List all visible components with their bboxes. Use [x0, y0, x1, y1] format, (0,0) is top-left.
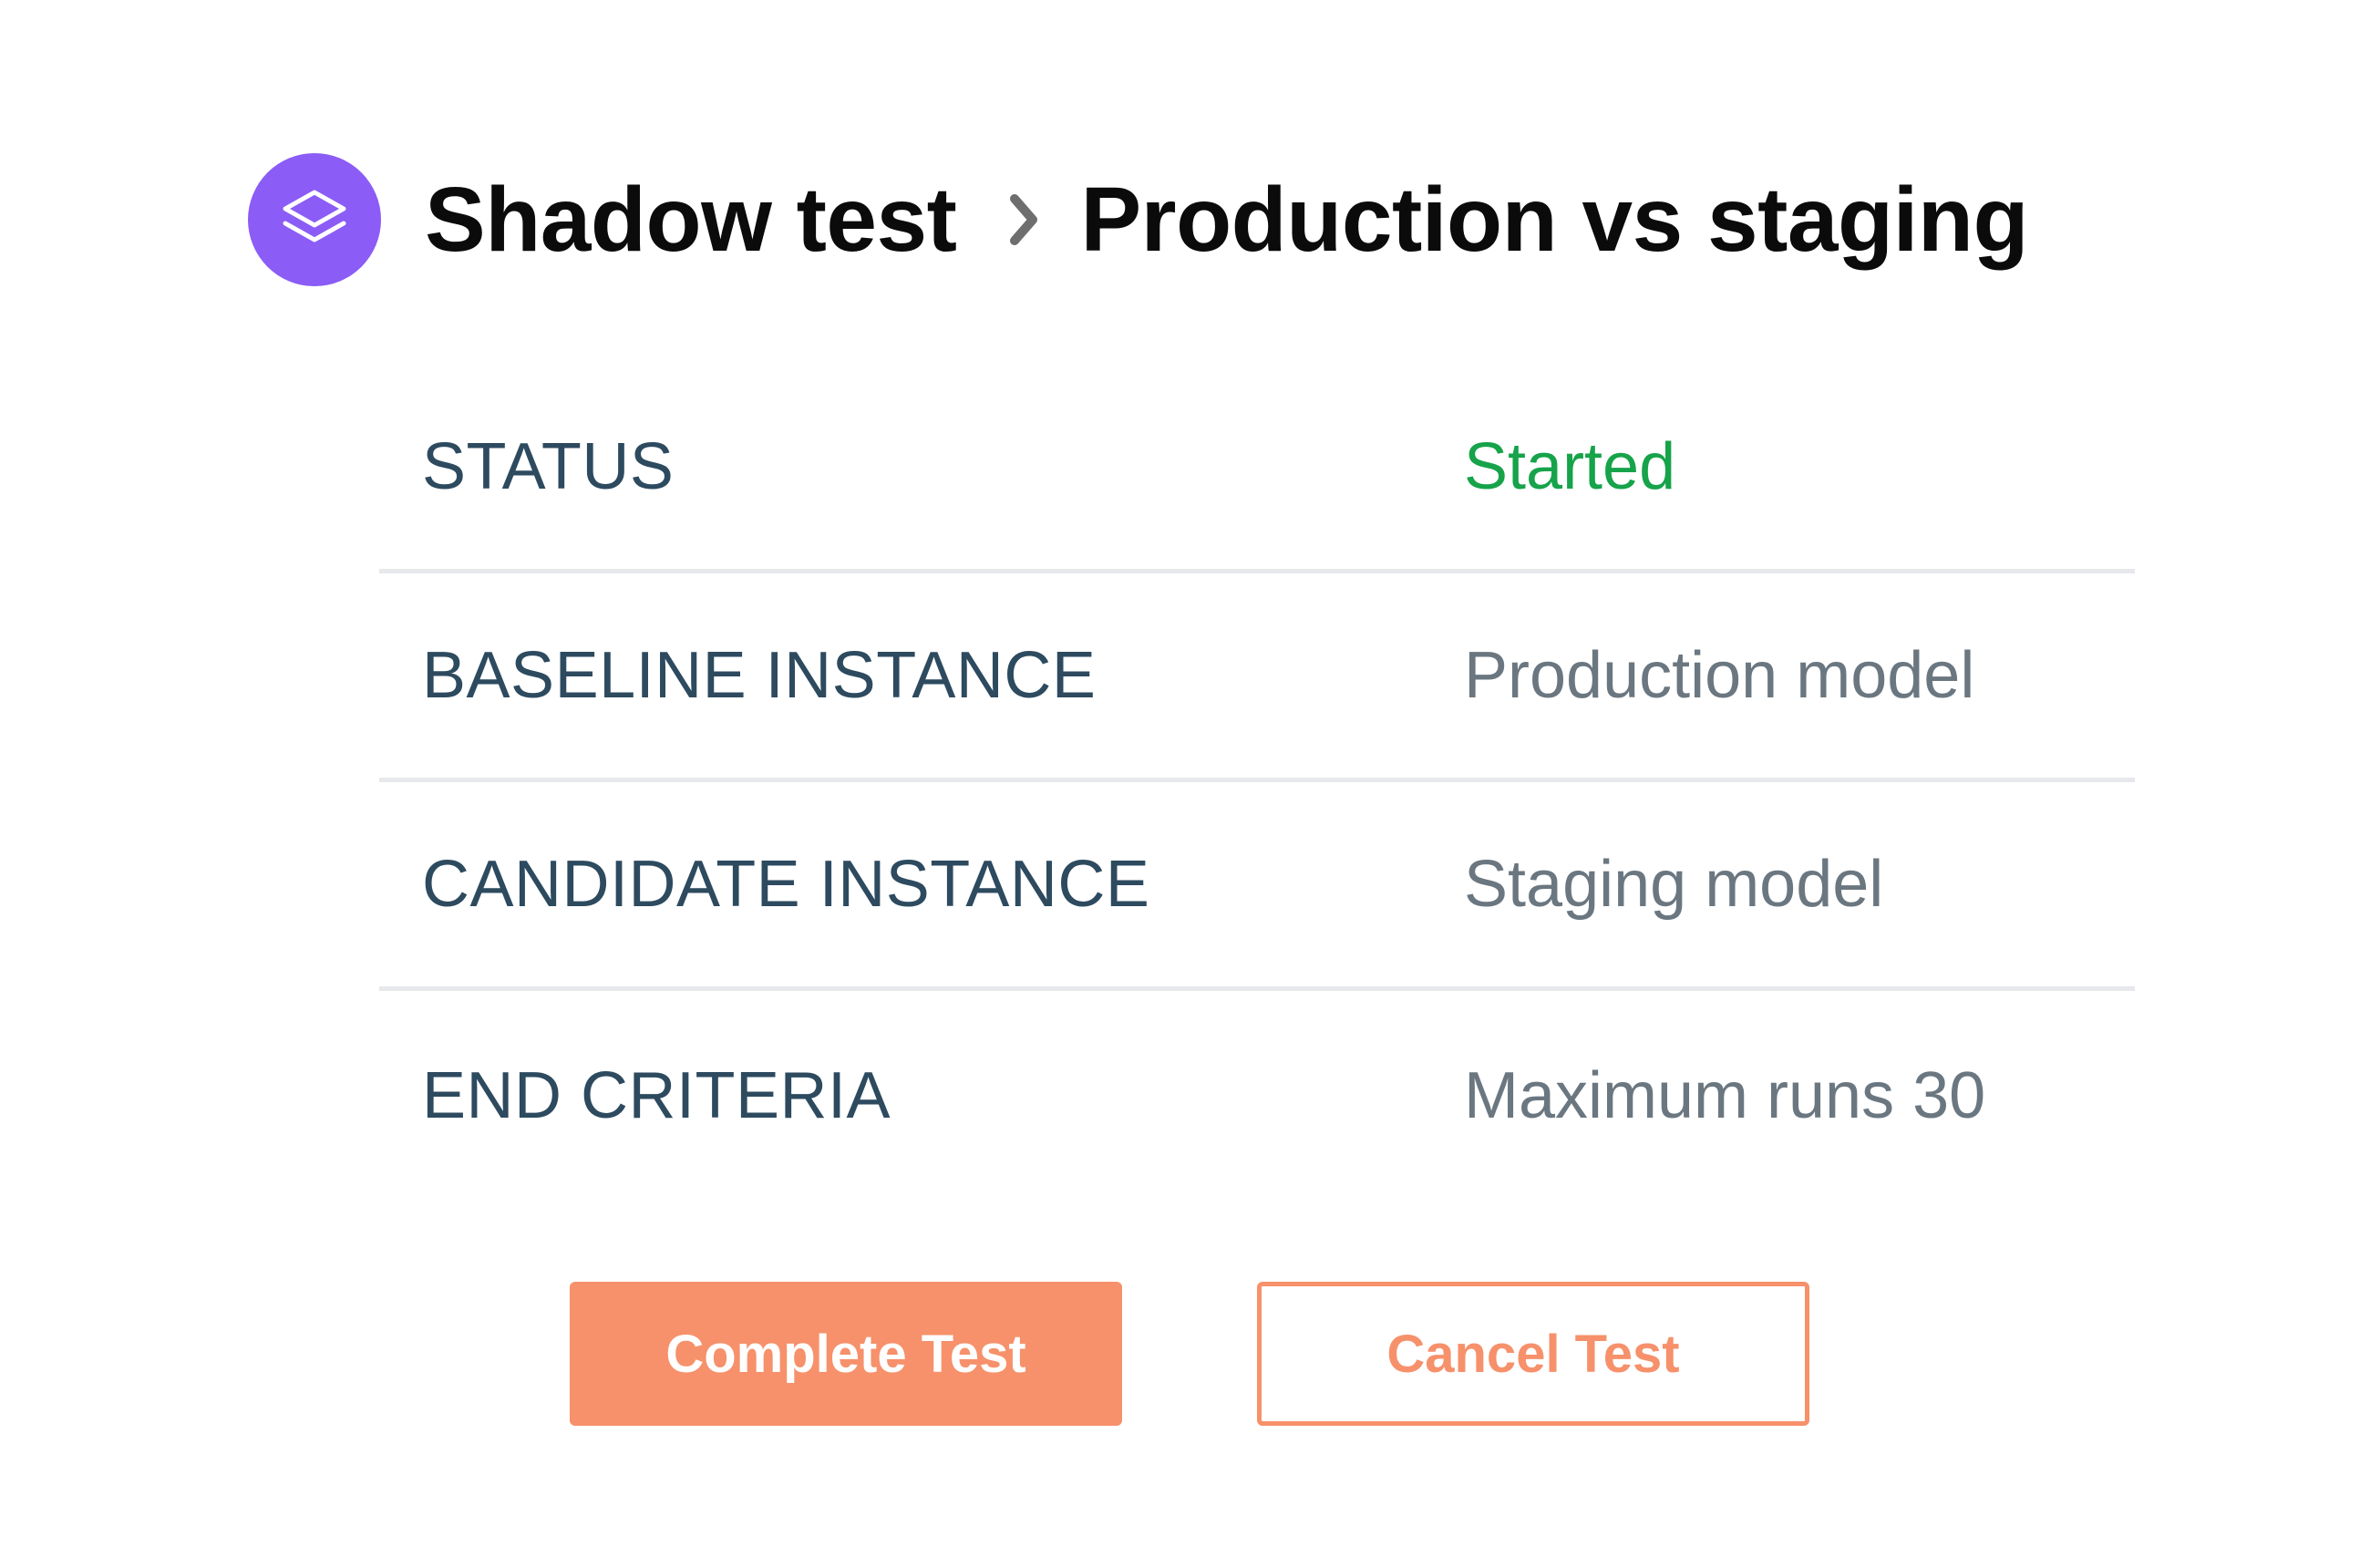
cancel-test-button[interactable]: Cancel Test — [1257, 1282, 1809, 1426]
end-criteria-label: END CRITERIA — [422, 1058, 891, 1132]
baseline-instance-value: Production model — [1464, 639, 1975, 712]
status-label: STATUS — [422, 430, 675, 503]
page-header: Shadow test Production vs staging — [248, 153, 2029, 286]
layers-icon — [248, 153, 381, 286]
baseline-instance-row: BASELINE INSTANCE Production model — [379, 573, 2135, 782]
test-details-table: STATUS Started BASELINE INSTANCE Product… — [379, 365, 2135, 1200]
end-criteria-row: END CRITERIA Maximum runs 30 — [379, 991, 2135, 1200]
breadcrumb-parent[interactable]: Shadow test — [425, 174, 957, 265]
status-row: STATUS Started — [379, 365, 2135, 573]
complete-test-button[interactable]: Complete Test — [570, 1282, 1122, 1426]
candidate-instance-row: CANDIDATE INSTANCE Staging model — [379, 782, 2135, 991]
status-value: Started — [1464, 430, 1676, 503]
end-criteria-value: Maximum runs 30 — [1464, 1058, 1986, 1132]
baseline-instance-label: BASELINE INSTANCE — [422, 639, 1097, 712]
page-title: Production vs staging — [1080, 169, 2029, 271]
chevron-right-icon — [1007, 191, 1040, 248]
candidate-instance-label: CANDIDATE INSTANCE — [422, 848, 1150, 921]
candidate-instance-value: Staging model — [1464, 848, 1884, 921]
action-buttons: Complete Test Cancel Test — [570, 1282, 1809, 1426]
